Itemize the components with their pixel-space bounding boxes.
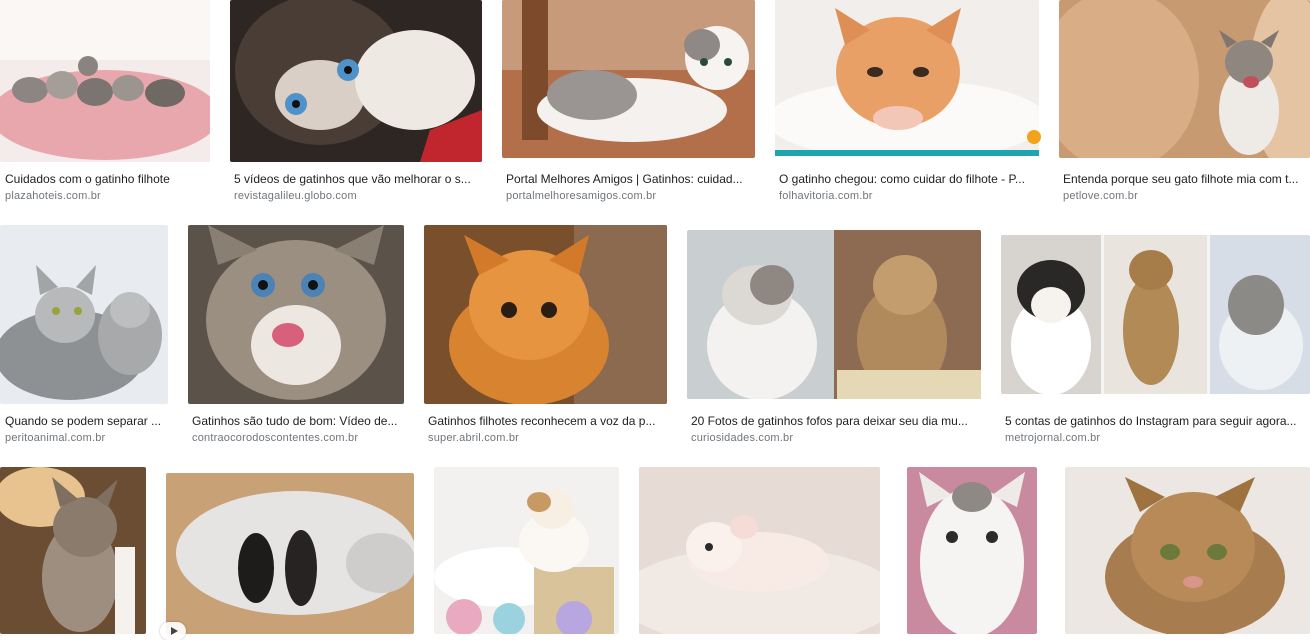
thumbnail-instagram-kittens-collage[interactable] [1001,235,1310,394]
thumbnail-tabby-cats[interactable] [0,225,168,404]
site-badge-icon [1027,130,1041,144]
result-source[interactable]: super.abril.com.br [428,431,665,445]
thumbnail-tabby-meowing[interactable] [188,225,404,404]
thumbnail-kittens-pink-rug[interactable] [0,0,210,162]
result-title[interactable]: Gatinhos são tudo de bom: Vídeo de... [192,413,402,429]
thumbnail-bengal-cat[interactable] [1065,467,1310,634]
thumbnail-siamese-kitten[interactable] [230,0,482,162]
image-result-2[interactable]: 5 vídeos de gatinhos que vão melhorar o … [230,0,482,205]
result-source[interactable]: revistagalileu.globo.com [234,189,480,203]
thumbnail-cat-nursing[interactable] [166,473,414,634]
image-result-9[interactable]: 20 Fotos de gatinhos fofos para deixar s… [687,230,981,447]
result-source[interactable]: curiosidades.com.br [691,431,979,445]
image-result-10[interactable]: 5 contas de gatinhos do Instagram para s… [1001,235,1310,447]
image-result-5[interactable]: Entenda porque seu gato filhote mia com … [1059,0,1310,205]
image-result-3[interactable]: Portal Melhores Amigos | Gatinhos: cuida… [502,0,755,205]
result-title[interactable]: Portal Melhores Amigos | Gatinhos: cuida… [506,171,753,187]
result-title[interactable]: 20 Fotos de gatinhos fofos para deixar s… [691,413,979,429]
result-title[interactable]: 5 contas de gatinhos do Instagram para s… [1005,413,1308,429]
play-icon[interactable] [160,622,186,640]
thumbnail-kitten-pillow[interactable] [1059,0,1310,158]
result-source[interactable]: peritoanimal.com.br [5,431,165,445]
result-source[interactable]: petlove.com.br [1063,189,1308,203]
image-result-6[interactable]: Quando se podem separar ... peritoanimal… [0,225,168,447]
thumbnail-orange-kitten-blanket[interactable] [775,0,1039,150]
image-result-4[interactable]: O gatinho chegou: como cuidar do filhote… [775,0,1041,205]
thumbnail-kitten-lamp[interactable] [0,467,146,634]
result-title[interactable]: Entenda porque seu gato filhote mia com … [1063,171,1308,187]
result-title[interactable]: 5 vídeos de gatinhos que vão melhorar o … [234,171,480,187]
result-source[interactable]: plazahoteis.com.br [5,189,205,203]
image-result-8[interactable]: Gatinhos filhotes reconhecem a voz da p.… [424,225,667,447]
thumbnail-orange-fluffy-kitten[interactable] [424,225,667,404]
result-title[interactable]: Cuidados com o gatinho filhote [5,171,205,187]
result-title[interactable]: O gatinho chegou: como cuidar do filhote… [779,171,1037,187]
thumbnail-two-kittens[interactable] [687,230,981,399]
image-result-7[interactable]: Gatinhos são tudo de bom: Vídeo de... co… [188,225,404,447]
result-title[interactable]: Gatinhos filhotes reconhecem a voz da p.… [428,413,665,429]
thumbnail-kitten-yarn-basket[interactable] [434,467,619,634]
thumbnail-white-kitten-pink[interactable] [907,467,1037,634]
thumbnail-bottom-strip [775,150,1039,156]
thumbnail-white-grey-kitten[interactable] [502,0,755,158]
thumbnail-white-kitten-bed[interactable] [639,467,880,634]
result-source[interactable]: folhavitoria.com.br [779,189,1037,203]
result-source[interactable]: metrojornal.com.br [1005,431,1308,445]
image-result-1[interactable]: Cuidados com o gatinho filhote plazahote… [0,0,210,205]
result-source[interactable]: contraocorodoscontentes.com.br [192,431,402,445]
result-title[interactable]: Quando se podem separar ... [5,413,165,429]
result-source[interactable]: portalmelhoresamigos.com.br [506,189,753,203]
